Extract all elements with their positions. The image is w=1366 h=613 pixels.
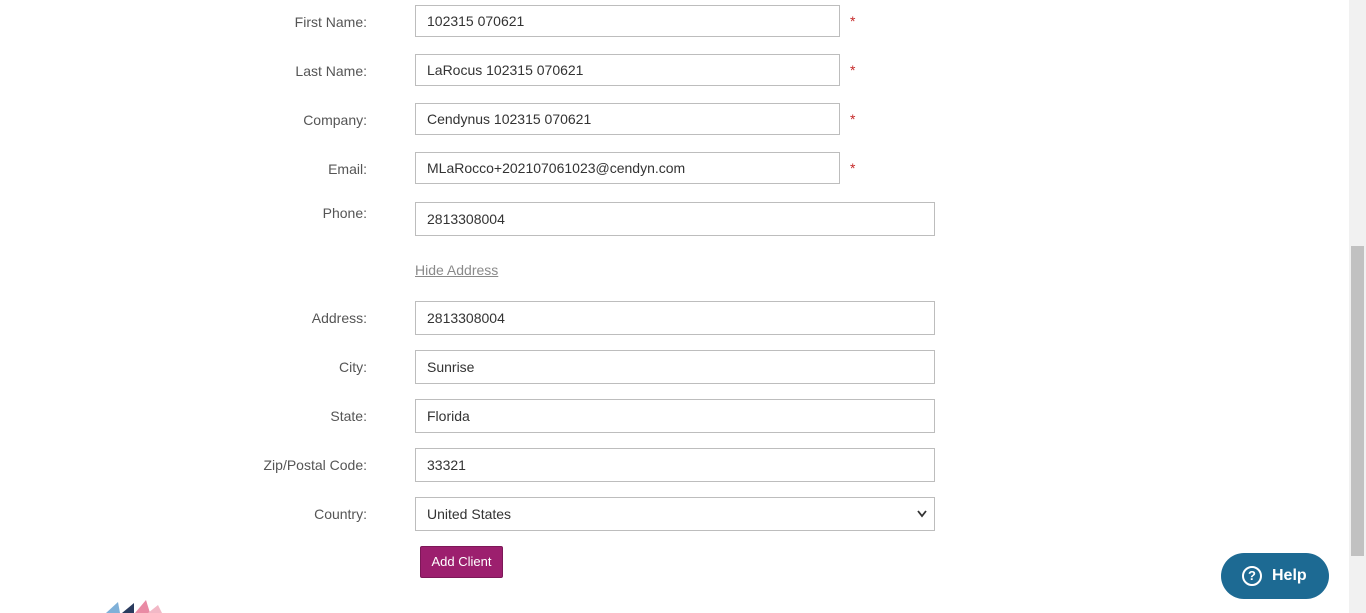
first-name-label: First Name: bbox=[294, 14, 367, 30]
chevron-down-icon bbox=[917, 510, 927, 518]
country-select[interactable]: United States bbox=[415, 497, 935, 531]
phone-input[interactable] bbox=[415, 202, 935, 236]
hide-address-link[interactable]: Hide Address bbox=[415, 262, 498, 278]
last-name-label: Last Name: bbox=[295, 63, 367, 79]
email-required-marker: * bbox=[850, 160, 856, 176]
help-button[interactable]: ? Help bbox=[1221, 553, 1329, 599]
page-scrollbar[interactable] bbox=[1349, 0, 1366, 613]
country-selected-value: United States bbox=[427, 506, 512, 522]
brand-logo bbox=[106, 600, 162, 613]
city-input[interactable] bbox=[415, 350, 935, 384]
country-label: Country: bbox=[314, 506, 367, 522]
company-input[interactable] bbox=[415, 103, 840, 135]
zip-input[interactable] bbox=[415, 448, 935, 482]
scrollbar-thumb[interactable] bbox=[1351, 246, 1364, 556]
company-label: Company: bbox=[303, 112, 367, 128]
last-name-input[interactable] bbox=[415, 54, 840, 86]
company-required-marker: * bbox=[850, 111, 856, 127]
city-label: City: bbox=[339, 359, 367, 375]
phone-label: Phone: bbox=[322, 205, 367, 221]
last-name-required-marker: * bbox=[850, 62, 856, 78]
zip-label: Zip/Postal Code: bbox=[263, 457, 368, 473]
address-input[interactable] bbox=[415, 301, 935, 335]
email-label: Email: bbox=[328, 161, 367, 177]
first-name-input[interactable] bbox=[415, 5, 840, 37]
first-name-required-marker: * bbox=[850, 13, 856, 29]
help-label: Help bbox=[1272, 567, 1307, 584]
email-input[interactable] bbox=[415, 152, 840, 184]
address-label: Address: bbox=[311, 310, 367, 326]
state-label: State: bbox=[330, 408, 367, 424]
add-client-button[interactable]: Add Client bbox=[420, 546, 503, 578]
client-form-page: First Name: * Last Name: * Company: * Em… bbox=[0, 0, 1349, 613]
question-mark-icon: ? bbox=[1242, 566, 1262, 586]
state-input[interactable] bbox=[415, 399, 935, 433]
